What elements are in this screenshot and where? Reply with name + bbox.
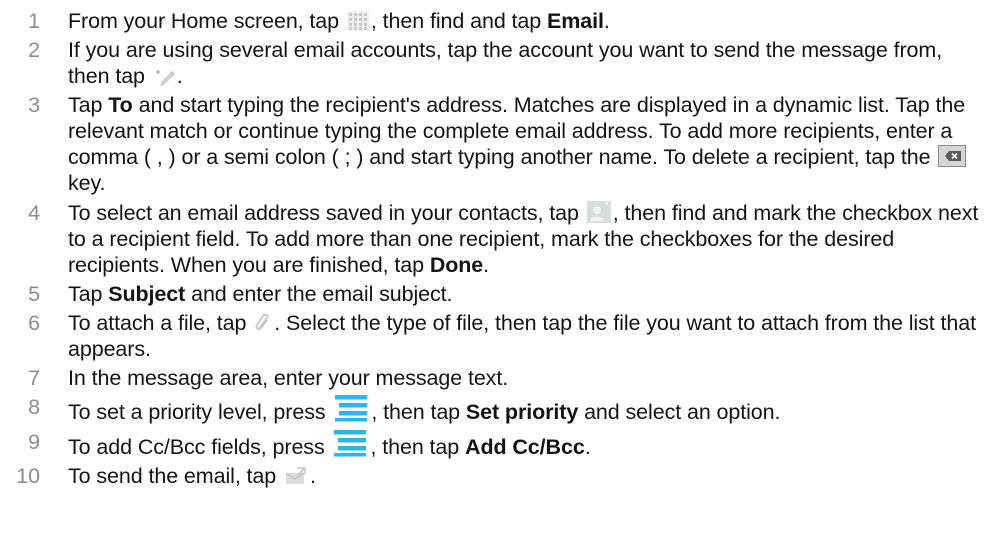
step-text: . xyxy=(176,64,183,89)
apps-grid-icon xyxy=(346,11,369,31)
ui-term: To xyxy=(108,93,133,118)
step-item: 2 If you are using several email accounts… xyxy=(0,37,997,89)
step-text: , then find and tap xyxy=(370,9,548,33)
step-number: 6 xyxy=(28,310,40,335)
step-item: 8 To set a priority level, press , then t… xyxy=(0,394,997,425)
step-text: From your Home screen, tap xyxy=(68,9,345,33)
step-text: If you are using several email accounts,… xyxy=(68,38,943,89)
step-text: Tap xyxy=(68,281,109,306)
step-text: key. xyxy=(68,171,106,196)
ui-term: Set priority xyxy=(465,400,579,425)
compose-icon xyxy=(153,66,175,87)
step-text: , then tap xyxy=(371,400,466,425)
paperclip-icon xyxy=(254,311,272,333)
menu-key-icon xyxy=(333,394,369,422)
step-number: 9 xyxy=(28,429,40,454)
step-number: 3 xyxy=(28,93,40,118)
step-text: In the message area, enter your message … xyxy=(68,366,509,391)
ui-term: Add Cc/Bcc xyxy=(465,434,585,459)
step-text: To select an email address saved in your… xyxy=(68,200,585,225)
step-text: and select an option. xyxy=(578,400,781,425)
step-number: 10 xyxy=(16,463,40,488)
backspace-key-icon xyxy=(938,145,967,168)
instruction-document: 1 From your Home screen, tap , then find … xyxy=(0,0,997,540)
step-number: 5 xyxy=(28,281,40,306)
step-item: 5 Tap Subject and enter the email subject… xyxy=(0,281,997,307)
step-text: , then tap xyxy=(370,434,466,459)
step-number: 1 xyxy=(28,9,40,33)
step-text: To add Cc/Bcc fields, press xyxy=(68,434,331,459)
step-text: and enter the email subject. xyxy=(185,281,453,306)
step-number: 2 xyxy=(28,38,40,63)
ui-term: Email xyxy=(547,9,604,33)
send-icon xyxy=(284,466,308,486)
step-text: To attach a file, tap xyxy=(68,310,253,335)
step-item: 3 Tap To and start typing the recipient's… xyxy=(0,92,997,196)
step-item: 6 To attach a file, tap . Select the type… xyxy=(0,310,997,362)
step-item: 1 From your Home screen, tap , then find … xyxy=(0,8,997,34)
step-text: Tap xyxy=(68,93,109,118)
step-number: 7 xyxy=(28,366,40,391)
step-text: . xyxy=(603,9,610,33)
step-text: . xyxy=(310,463,316,488)
step-text: . xyxy=(584,434,591,459)
step-item: 4 To select an email address saved in you… xyxy=(0,200,997,278)
menu-key-icon xyxy=(332,429,368,457)
step-number: 4 xyxy=(28,200,40,225)
ui-term: Done xyxy=(429,252,484,277)
step-text: and start typing the recipient's address… xyxy=(68,93,966,170)
contacts-icon xyxy=(586,200,611,223)
step-item: 7 In the message area, enter your message… xyxy=(0,365,997,391)
step-text: To send the email, tap xyxy=(68,463,283,488)
step-text: . xyxy=(483,252,490,277)
step-item: 10 To send the email, tap . xyxy=(0,463,997,489)
step-text: To set a priority level, press xyxy=(68,400,332,425)
step-item: 9 To add Cc/Bcc fields, press , then tap … xyxy=(0,429,997,460)
steps-list: 1 From your Home screen, tap , then find … xyxy=(0,8,997,489)
ui-term: Subject xyxy=(108,281,186,306)
step-number: 8 xyxy=(28,395,40,420)
